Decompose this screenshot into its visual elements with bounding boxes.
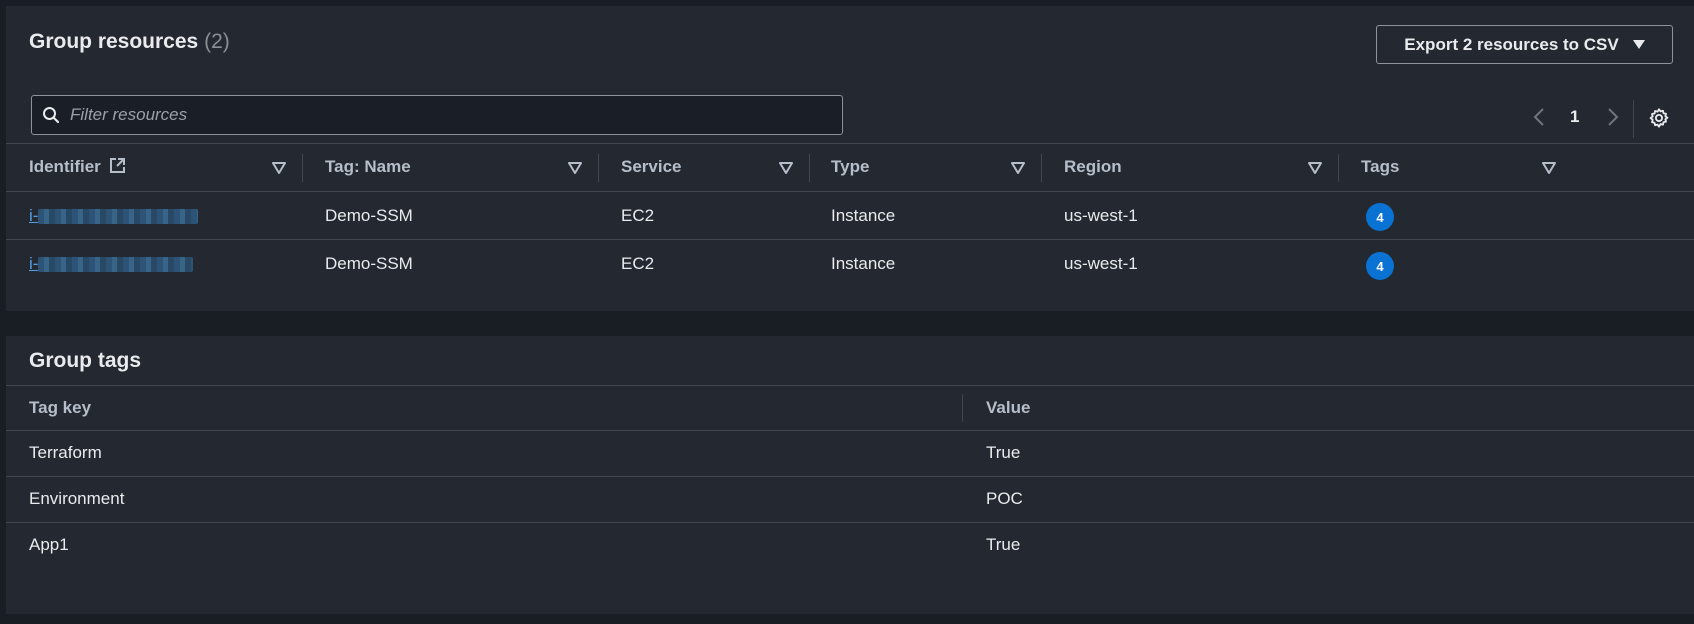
cell-tag-value: True — [986, 535, 1021, 554]
column-header-value: Value — [986, 398, 1031, 417]
caret-down-icon — [1632, 40, 1645, 49]
column-divider[interactable] — [302, 154, 303, 182]
cell-service: EC2 — [621, 206, 655, 225]
resource-identifier-link[interactable]: i- — [29, 206, 199, 226]
cell-tag-key: Terraform — [29, 443, 102, 462]
sort-icon[interactable] — [1542, 162, 1556, 174]
cell-service: EC2 — [621, 254, 655, 273]
cell-region: us-west-1 — [1064, 254, 1138, 273]
cell-type: Instance — [831, 206, 896, 225]
chevron-right-icon[interactable] — [1606, 106, 1620, 128]
column-divider[interactable] — [1338, 154, 1339, 182]
group-tags-title: Group tags — [29, 349, 142, 372]
settings-gear-icon[interactable] — [1648, 107, 1670, 129]
row-divider — [6, 522, 1694, 523]
resource-identifier-link[interactable]: i- — [29, 254, 194, 274]
redacted-identifier — [38, 209, 199, 225]
cell-type: Instance — [831, 254, 896, 273]
search-icon — [43, 107, 60, 124]
export-csv-label: Export 2 resources to CSV — [1404, 34, 1619, 54]
sort-icon[interactable] — [568, 162, 582, 174]
sort-icon[interactable] — [1308, 162, 1322, 174]
cell-tag-value: POC — [986, 489, 1023, 508]
pager-divider — [1633, 100, 1634, 138]
column-divider[interactable] — [1041, 154, 1042, 182]
cell-tag-name: Demo-SSM — [325, 206, 413, 225]
chevron-left-icon[interactable] — [1532, 106, 1546, 128]
column-header-tag-name[interactable]: Tag: Name — [325, 157, 411, 177]
sort-icon[interactable] — [779, 162, 793, 174]
column-divider[interactable] — [598, 154, 599, 182]
cell-tag-key: Environment — [29, 489, 125, 508]
cell-tag-value: True — [986, 443, 1021, 462]
redacted-identifier — [38, 257, 194, 273]
cell-tag-name: Demo-SSM — [325, 254, 413, 273]
table-top-divider — [6, 143, 1694, 144]
group-resources-heading: Group resources (2) — [29, 30, 230, 54]
external-link-icon — [109, 158, 125, 173]
page-number[interactable]: 1 — [1570, 107, 1579, 127]
cell-tag-key: App1 — [29, 535, 69, 554]
column-header-service[interactable]: Service — [621, 157, 682, 177]
row-divider — [6, 476, 1694, 477]
column-header-region[interactable]: Region — [1064, 157, 1122, 177]
resource-count: (2) — [204, 30, 230, 53]
column-divider[interactable] — [809, 154, 810, 182]
group-resources-title: Group resources — [29, 30, 199, 53]
row-divider — [6, 239, 1694, 240]
column-divider — [962, 394, 963, 422]
cell-region: us-west-1 — [1064, 206, 1138, 225]
tags-count-badge[interactable]: 4 — [1366, 203, 1394, 231]
filter-resources-input[interactable] — [70, 105, 842, 125]
tags-count-badge[interactable]: 4 — [1366, 252, 1394, 280]
table-header-divider — [6, 191, 1694, 192]
column-header-type[interactable]: Type — [831, 157, 869, 177]
column-header-identifier[interactable]: Identifier — [29, 157, 126, 177]
sort-icon[interactable] — [1011, 162, 1025, 174]
column-header-tags[interactable]: Tags — [1361, 157, 1399, 177]
export-csv-button[interactable]: Export 2 resources to CSV — [1376, 25, 1673, 64]
tags-header-divider — [6, 430, 1694, 431]
sort-icon[interactable] — [272, 162, 286, 174]
column-header-tag-key: Tag key — [29, 398, 92, 417]
group-tags-panel: Group tags Tag key Value Terraform True … — [6, 336, 1694, 614]
filter-resources-search[interactable] — [31, 95, 843, 135]
tags-table-top-divider — [6, 385, 1694, 386]
group-resources-panel: Group resources (2) Export 2 resources t… — [6, 6, 1694, 311]
